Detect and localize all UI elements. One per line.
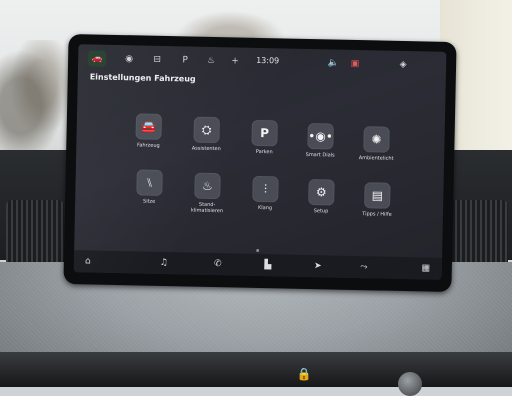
bottom-nav-bar: ⌂ ♫ ✆ ▙ ➤ ⤳ ▦ — [73, 250, 443, 280]
user-profile-icon[interactable]: ◉ — [122, 51, 136, 67]
status-bar: 🚗 ◉ ⊟ P ♨ + 13:09 🔈 ▣ ◈ — [78, 48, 446, 76]
tile-sitze[interactable]: ⑊ Sitze — [125, 169, 174, 205]
hazard-light-icon[interactable]: 🔒 — [296, 366, 312, 382]
gear-icon: ⚙ — [308, 179, 335, 206]
tile-label: Sitze — [142, 198, 156, 205]
help-book-icon: ▤ — [364, 182, 391, 209]
phone-icon[interactable]: ✆ — [210, 257, 226, 271]
seat-icon: ⑊ — [136, 169, 163, 196]
connectivity-icon[interactable]: ◈ — [396, 57, 410, 73]
car-icon: 🚘 — [135, 113, 163, 140]
parking-status-icon[interactable]: P — [178, 52, 192, 68]
tile-ambientelicht[interactable]: ✺ Ambientelicht — [352, 126, 401, 162]
smart-dials-icon: •◉• — [307, 122, 334, 150]
ambient-light-icon: ✺ — [363, 126, 390, 153]
media-connect-icon[interactable]: ⤳ — [356, 260, 372, 274]
climate-icon: ♨ — [194, 172, 221, 200]
tile-klang[interactable]: ⫶ Klang — [241, 175, 290, 212]
car-status-icon[interactable]: 🚗 — [87, 50, 107, 67]
center-console — [0, 352, 512, 387]
add-icon[interactable]: + — [228, 53, 242, 69]
navigation-icon[interactable]: ➤ — [310, 259, 326, 273]
infotainment-display: 🚗 ◉ ⊟ P ♨ + 13:09 🔈 ▣ ◈ Einstellungen Fa… — [63, 33, 457, 293]
parking-icon: P — [251, 119, 278, 147]
vehicle-front-icon[interactable]: ⊟ — [150, 52, 164, 68]
apps-icon[interactable]: ▙ — [260, 258, 276, 272]
heated-seat-icon[interactable]: ♨ — [204, 53, 218, 69]
touchscreen: 🚗 ◉ ⊟ P ♨ + 13:09 🔈 ▣ ◈ Einstellungen Fa… — [73, 44, 447, 280]
tile-label: Assistenten — [191, 145, 221, 153]
music-icon[interactable]: ♫ — [156, 256, 172, 270]
clock: 13:09 — [256, 55, 280, 66]
page-title: Einstellungen Fahrzeug — [89, 72, 196, 84]
volume-icon[interactable]: 🔈 — [326, 55, 340, 71]
tile-label: Setup — [313, 208, 329, 215]
page-indicator — [256, 248, 260, 253]
tile-label: Parken — [255, 148, 273, 156]
tile-label: Smart Dials — [305, 151, 335, 159]
app-grid-icon[interactable]: ▦ — [418, 261, 434, 275]
notification-icon[interactable]: ▣ — [348, 56, 362, 72]
tile-fahrzeug[interactable]: 🚘 Fahrzeug — [124, 113, 173, 149]
tile-label: Stand- klimatisieren — [190, 201, 224, 215]
home-icon[interactable]: ⌂ — [80, 254, 96, 268]
tile-parken[interactable]: P Parken — [240, 119, 289, 156]
assistant-icon: ⛭ — [193, 116, 220, 144]
tile-label: Ambientelicht — [358, 155, 394, 162]
tree-outside-window — [0, 40, 70, 150]
tile-label: Klang — [257, 204, 273, 212]
tile-assistenten[interactable]: ⛭ Assistenten — [182, 116, 231, 152]
tile-standklimatisieren[interactable]: ♨ Stand- klimatisieren — [183, 172, 232, 214]
tile-smart-dials[interactable]: •◉• Smart Dials — [296, 122, 345, 159]
tile-label: Fahrzeug — [136, 142, 160, 149]
volume-knob[interactable] — [398, 372, 422, 396]
tile-tipps-hilfe[interactable]: ▤ Tipps / Hilfe — [353, 182, 402, 218]
tile-setup[interactable]: ⚙ Setup — [297, 179, 346, 215]
sound-eq-icon: ⫶ — [252, 175, 279, 203]
tile-label: Tipps / Hilfe — [362, 211, 392, 218]
